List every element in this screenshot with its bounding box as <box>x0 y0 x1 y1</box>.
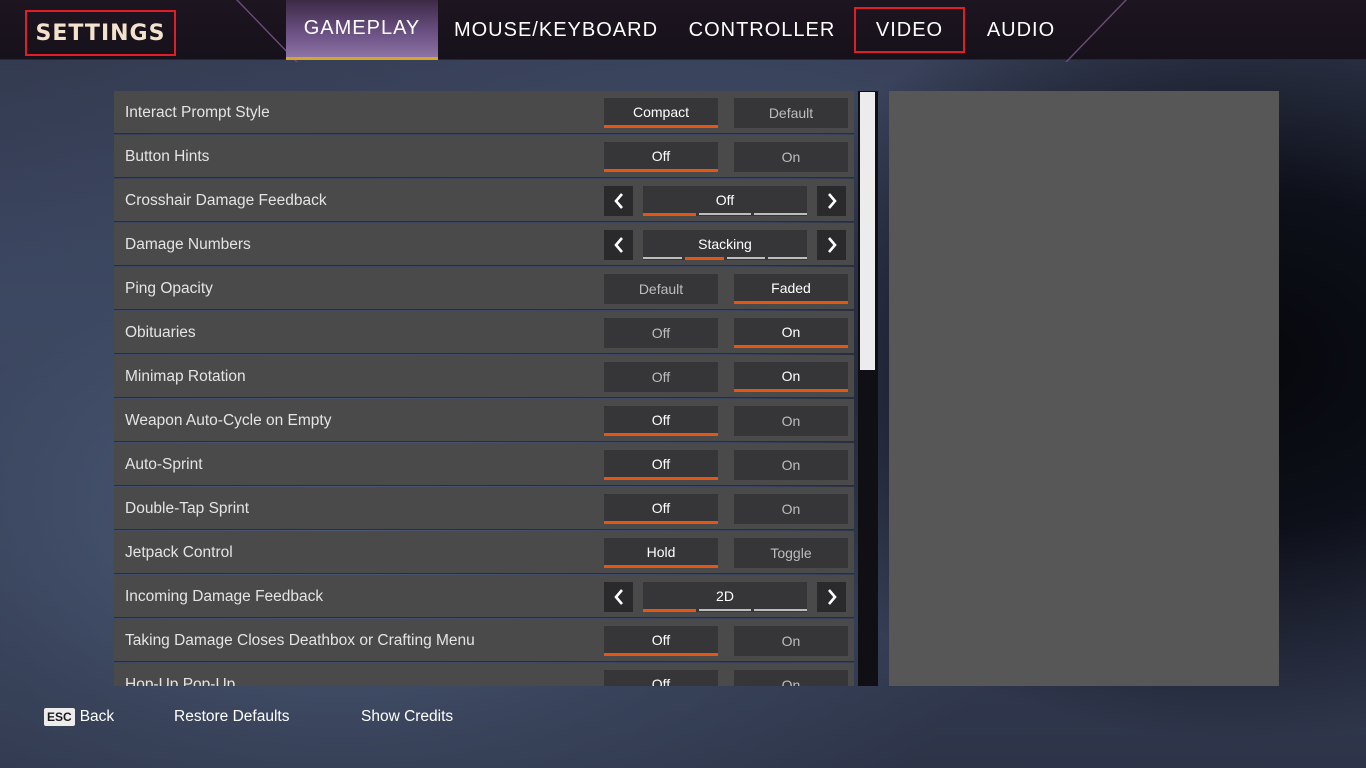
chevron-left-icon[interactable] <box>604 230 633 260</box>
cycle-indicator <box>643 257 807 260</box>
setting-row-crosshair-damage-feedback: Crosshair Damage Feedback Off <box>114 179 854 222</box>
scrollbar-thumb[interactable] <box>860 92 875 370</box>
tab-gameplay[interactable]: GAMEPLAY <box>286 0 438 60</box>
restore-defaults-button[interactable]: Restore Defaults <box>174 706 289 728</box>
top-bar: SETTINGS GAMEPLAY MOUSE/KEYBOARD CONTROL… <box>0 0 1366 62</box>
cycle-value: Stacking <box>643 230 807 260</box>
setting-label: Weapon Auto-Cycle on Empty <box>125 411 332 429</box>
option-on[interactable]: On <box>734 626 848 656</box>
setting-label: Hop-Up Pop-Up <box>125 675 236 687</box>
option-on[interactable]: On <box>734 318 848 348</box>
option-toggle[interactable]: Toggle <box>734 538 848 568</box>
setting-label: Minimap Rotation <box>125 367 246 385</box>
option-on[interactable]: On <box>734 494 848 524</box>
cycle-value: 2D <box>643 582 807 612</box>
setting-label: Crosshair Damage Feedback <box>125 191 327 209</box>
chevron-left-icon[interactable] <box>604 582 633 612</box>
option-hold[interactable]: Hold <box>604 538 718 568</box>
option-default[interactable]: Default <box>604 274 718 304</box>
setting-row-hop-up-pop-up: Hop-Up Pop-Up Off On <box>114 663 854 686</box>
setting-label: Interact Prompt Style <box>125 103 270 121</box>
setting-label: Jetpack Control <box>125 543 233 561</box>
setting-label: Double-Tap Sprint <box>125 499 250 517</box>
tab-video[interactable]: VIDEO <box>853 0 966 60</box>
back-button[interactable]: ESC Back <box>44 706 114 728</box>
option-faded[interactable]: Faded <box>734 274 848 304</box>
page-title: SETTINGS <box>25 10 176 56</box>
option-compact[interactable]: Compact <box>604 98 718 128</box>
option-off[interactable]: Off <box>604 626 718 656</box>
cycle-indicator <box>643 609 808 612</box>
header-divider-right <box>1065 0 1127 62</box>
chevron-right-icon[interactable] <box>817 186 846 216</box>
option-on[interactable]: On <box>734 362 848 392</box>
option-off[interactable]: Off <box>604 406 718 436</box>
setting-row-jetpack-control: Jetpack Control Hold Toggle <box>114 531 854 574</box>
setting-row-double-tap-sprint: Double-Tap Sprint Off On <box>114 487 854 530</box>
tab-audio[interactable]: AUDIO <box>978 0 1064 60</box>
option-on[interactable]: On <box>734 670 848 686</box>
setting-label: Taking Damage Closes Deathbox or Craftin… <box>125 631 475 649</box>
back-label: Back <box>79 708 115 725</box>
tab-gameplay-label: GAMEPLAY <box>303 17 421 39</box>
setting-label: Incoming Damage Feedback <box>125 587 324 605</box>
chevron-right-icon[interactable] <box>817 230 846 260</box>
tab-mouse-keyboard[interactable]: MOUSE/KEYBOARD <box>452 0 660 60</box>
show-credits-button[interactable]: Show Credits <box>361 706 453 728</box>
tab-controller[interactable]: CONTROLLER <box>685 0 839 60</box>
option-off[interactable]: Off <box>604 142 718 172</box>
option-on[interactable]: On <box>734 142 848 172</box>
cycle-value: Off <box>643 186 807 216</box>
show-credits-label: Show Credits <box>361 708 454 725</box>
tab-controller-label: CONTROLLER <box>688 18 836 41</box>
chevron-left-icon[interactable] <box>604 186 633 216</box>
setting-label: Ping Opacity <box>125 279 213 297</box>
option-off[interactable]: Off <box>604 362 718 392</box>
setting-row-damage-numbers: Damage Numbers Stacking <box>114 223 854 266</box>
setting-row-minimap-rotation: Minimap Rotation Off On <box>114 355 854 398</box>
setting-label: Obituaries <box>125 323 196 341</box>
chevron-right-icon[interactable] <box>817 582 846 612</box>
setting-row-taking-damage-closes-deathbox: Taking Damage Closes Deathbox or Craftin… <box>114 619 854 662</box>
setting-row-obituaries: Obituaries Off On <box>114 311 854 354</box>
option-off[interactable]: Off <box>604 670 718 686</box>
tab-video-label: VIDEO <box>853 7 966 53</box>
setting-row-auto-sprint: Auto-Sprint Off On <box>114 443 854 486</box>
tab-audio-label: AUDIO <box>986 18 1056 41</box>
settings-scrollbar[interactable] <box>858 91 878 686</box>
option-off[interactable]: Off <box>604 450 718 480</box>
option-off[interactable]: Off <box>604 318 718 348</box>
option-default[interactable]: Default <box>734 98 848 128</box>
setting-label: Auto-Sprint <box>125 455 203 473</box>
setting-label: Button Hints <box>125 147 210 165</box>
setting-row-incoming-damage-feedback: Incoming Damage Feedback 2D <box>114 575 854 618</box>
option-on[interactable]: On <box>734 406 848 436</box>
setting-row-ping-opacity: Ping Opacity Default Faded <box>114 267 854 310</box>
option-off[interactable]: Off <box>604 494 718 524</box>
cycle-indicator <box>643 213 808 216</box>
setting-row-button-hints: Button Hints Off On <box>114 135 854 178</box>
tab-mouse-keyboard-label: MOUSE/KEYBOARD <box>453 18 659 41</box>
restore-defaults-label: Restore Defaults <box>174 708 290 725</box>
esc-key-icon: ESC <box>44 708 75 726</box>
setting-row-interact-prompt-style: Interact Prompt Style Compact Default <box>114 91 854 134</box>
setting-row-weapon-auto-cycle: Weapon Auto-Cycle on Empty Off On <box>114 399 854 442</box>
option-on[interactable]: On <box>734 450 848 480</box>
settings-list: Interact Prompt Style Compact Default Bu… <box>114 91 854 686</box>
setting-label: Damage Numbers <box>125 235 251 253</box>
setting-preview-panel <box>889 91 1279 686</box>
